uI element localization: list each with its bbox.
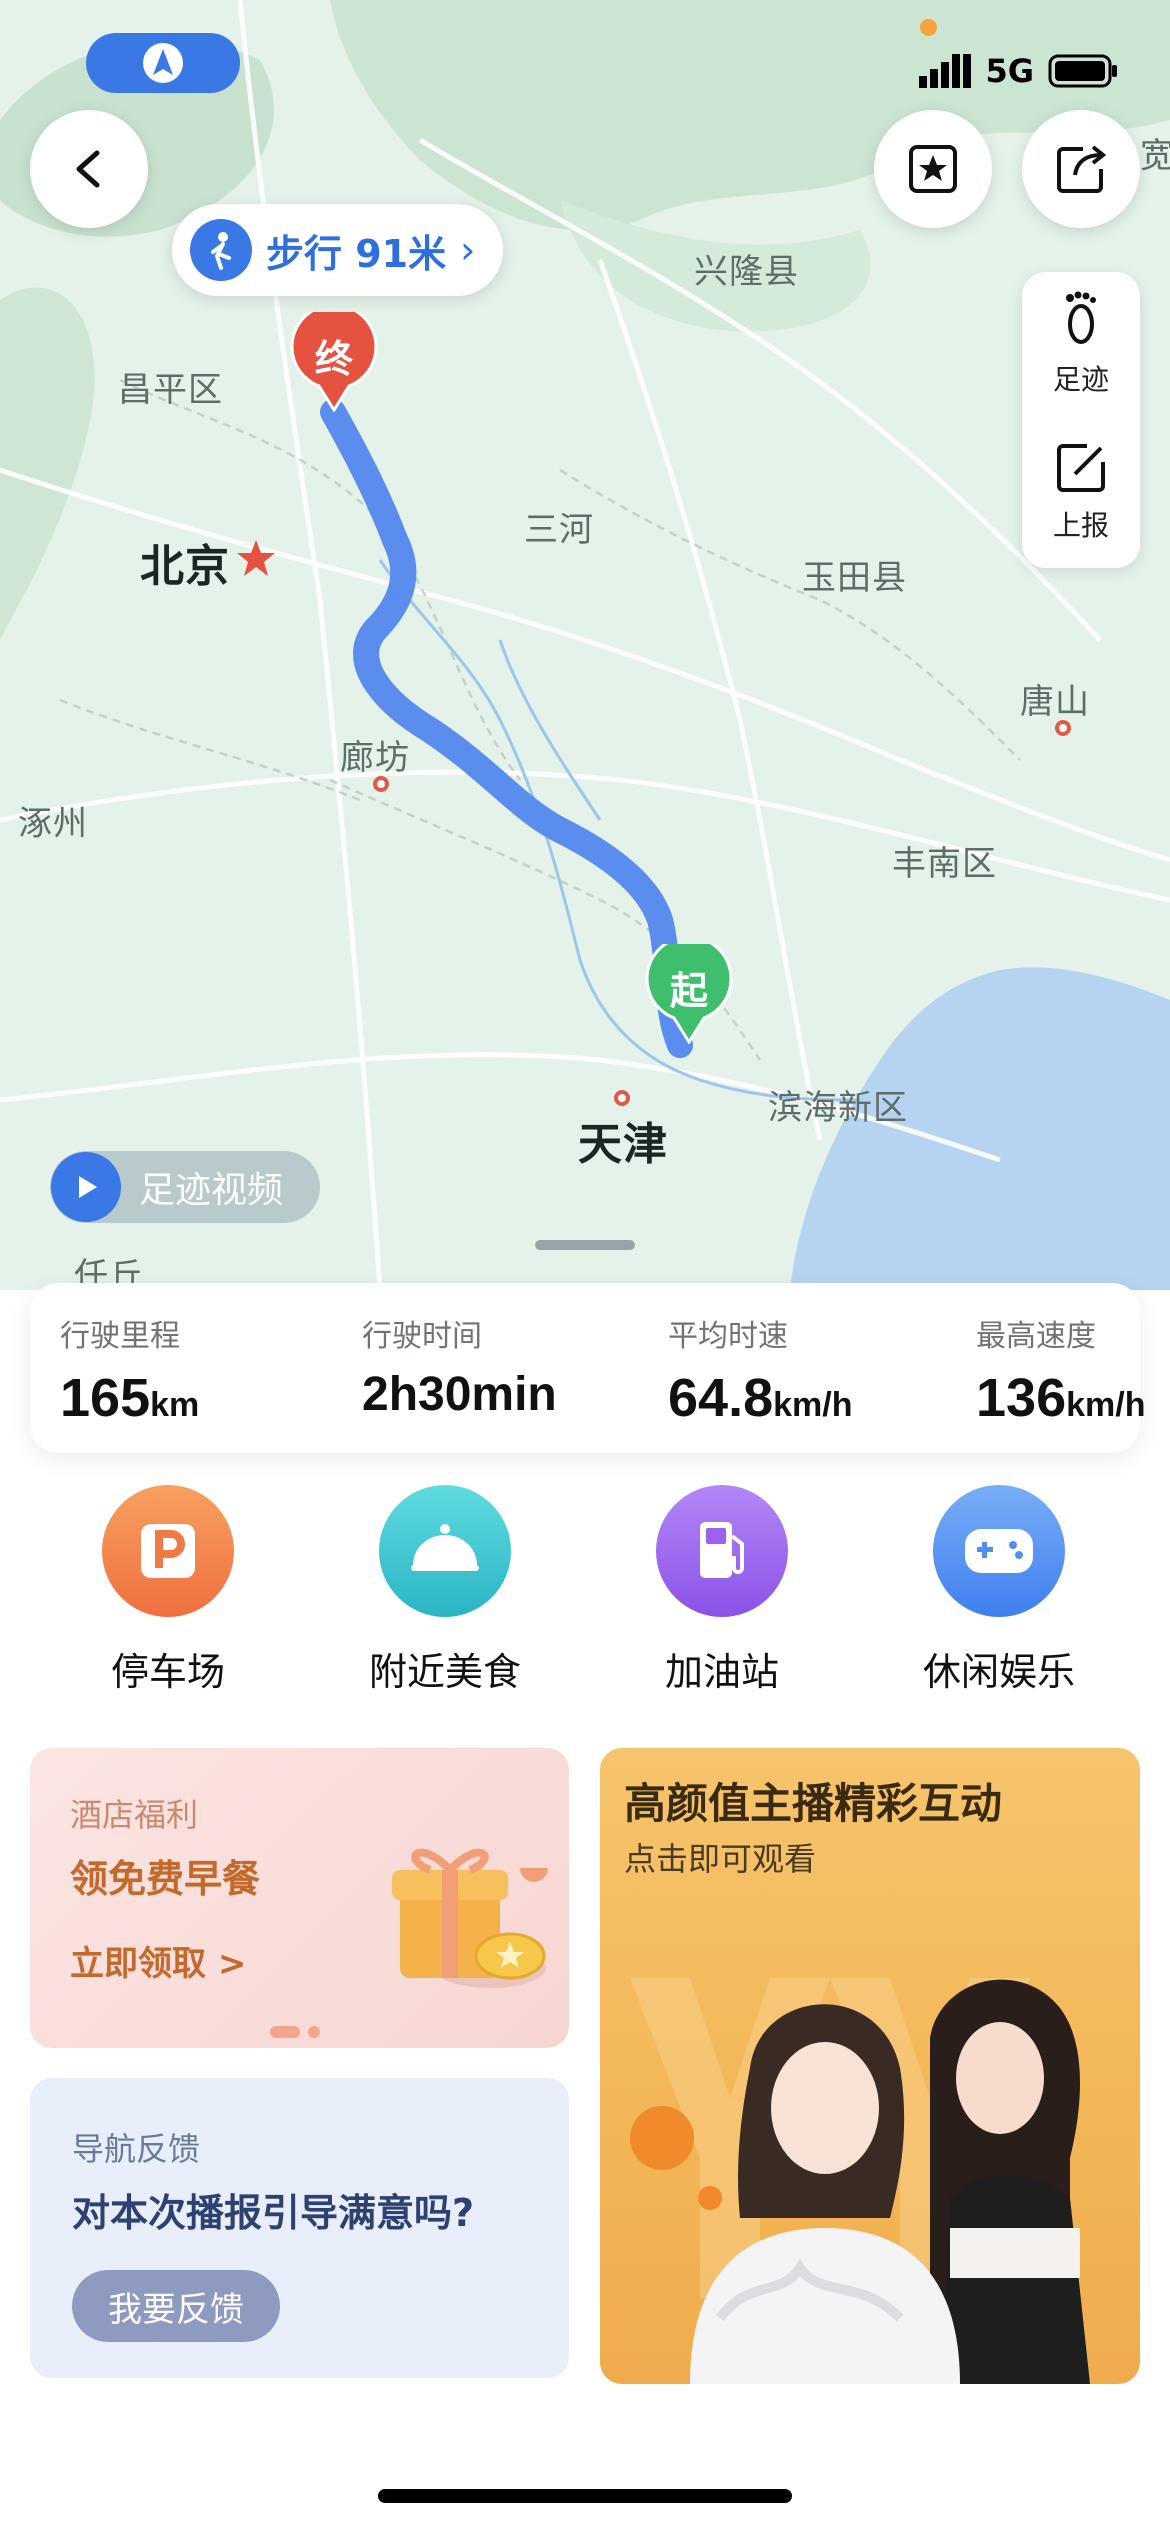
stat-value: 64.8	[668, 1368, 774, 1428]
quick-label: 附近美食	[368, 1650, 521, 1694]
capital-star-icon	[237, 540, 275, 576]
map-label-fengnan: 丰南区	[892, 844, 997, 884]
location-pill[interactable]	[86, 33, 240, 93]
stat-unit: km/h	[1066, 1386, 1146, 1424]
hotel-claim-link[interactable]: 立即领取 >	[70, 1936, 246, 1985]
streamer-illustration	[630, 1978, 1090, 2384]
start-marker-label: 起	[669, 969, 708, 1013]
live-title: 高颜值主播精彩互动	[624, 1779, 1003, 1828]
map-label-tianjin: 天津	[578, 1119, 668, 1170]
food-icon	[379, 1485, 511, 1617]
parking-icon	[102, 1485, 234, 1617]
navigation-feedback-card: 导航反馈 对本次播报引导满意吗? 我要反馈	[30, 2078, 569, 2378]
quick-label: 休闲娱乐	[922, 1650, 1075, 1694]
network-label: 5G	[985, 52, 1034, 90]
end-marker[interactable]: 终	[289, 303, 379, 413]
end-marker-label: 终	[314, 337, 353, 381]
battery-icon	[1048, 54, 1117, 88]
map-label-changping: 昌平区	[118, 370, 223, 410]
stat-label: 最高速度	[976, 1319, 1096, 1354]
footprint-video-label: 足迹视频	[139, 1170, 284, 1211]
quick-entertainment[interactable]: 休闲娱乐	[909, 1485, 1089, 1696]
gamepad-icon	[933, 1485, 1065, 1617]
stat-unit: km	[150, 1386, 200, 1424]
map-label-langfang: 廊坊	[340, 738, 410, 778]
quick-gas[interactable]: 加油站	[632, 1485, 812, 1696]
footprint-label: 足迹	[1052, 363, 1109, 396]
map-label-zhuozhou: 涿州	[18, 804, 88, 844]
city-dot	[1055, 720, 1071, 736]
footprint-icon	[1066, 291, 1096, 344]
map-background	[0, 0, 1170, 1290]
map-label-edge: 宽	[1140, 136, 1170, 176]
bookmark-star-icon	[909, 145, 957, 193]
quick-label: 加油站	[664, 1650, 779, 1694]
carousel-dots	[270, 2026, 320, 2038]
status-bar: 5G	[919, 52, 1118, 90]
footprint-video-button[interactable]: 足迹视频	[50, 1151, 320, 1223]
live-stream-card[interactable]: 高颜值主播精彩互动 点击即可观看	[600, 1748, 1140, 2384]
live-subtitle: 点击即可观看	[624, 1840, 817, 1878]
map-label-yutian: 玉田县	[802, 558, 907, 598]
stat-max-speed: 最高速度 136km/h	[976, 1311, 1145, 1429]
stat-label: 行驶时间	[362, 1319, 482, 1354]
gas-station-icon	[656, 1485, 788, 1617]
city-dot	[614, 1090, 630, 1106]
stat-label: 行驶里程	[60, 1319, 180, 1354]
map-side-panel: 足迹 上报	[1022, 272, 1140, 568]
feedback-button[interactable]: 我要反馈	[72, 2270, 280, 2342]
stat-avg-speed: 平均时速 64.8km/h	[668, 1311, 852, 1429]
navigation-arrow-icon	[143, 43, 183, 83]
share-button[interactable]	[1022, 110, 1140, 228]
privacy-indicator-dot	[920, 19, 937, 36]
back-button[interactable]	[30, 110, 148, 228]
city-dot	[373, 776, 389, 792]
favorite-button[interactable]	[874, 110, 992, 228]
chevron-right-icon: ›	[460, 228, 476, 272]
map-label-sanhe: 三河	[524, 510, 594, 550]
map-label-tangshan: 唐山	[1020, 682, 1090, 722]
report-label: 上报	[1052, 509, 1109, 542]
quick-label: 停车场	[110, 1650, 225, 1694]
stat-label: 平均时速	[668, 1319, 788, 1354]
play-icon	[51, 1152, 121, 1222]
feedback-tag: 导航反馈	[72, 2130, 201, 2168]
stat-unit: km/h	[773, 1386, 853, 1424]
signal-icon	[919, 54, 972, 88]
drag-handle[interactable]	[535, 1240, 635, 1250]
start-marker[interactable]: 起	[644, 935, 734, 1045]
chevron-left-icon	[76, 150, 100, 188]
quick-food[interactable]: 附近美食	[355, 1485, 535, 1696]
walk-distance-chip[interactable]: 步行 91米 ›	[172, 204, 504, 296]
feedback-question: 对本次播报引导满意吗?	[72, 2191, 475, 2235]
hotel-promo-card[interactable]: 酒店福利 领免费早餐 立即领取 >	[30, 1748, 569, 2048]
footprint-button[interactable]: 足迹	[1022, 290, 1140, 398]
map-label-beijing: 北京	[140, 541, 230, 592]
stat-value: 2h30min	[362, 1368, 557, 1421]
gift-box-icon	[392, 1848, 548, 1988]
stat-value: 136	[976, 1368, 1067, 1428]
share-icon	[1057, 145, 1107, 193]
report-button[interactable]: 上报	[1022, 440, 1140, 544]
map-view[interactable]: 昌平区 兴隆县 北京 三河 玉田县 唐山 廊坊 涿州 丰南区 滨海新区 天津 任…	[0, 0, 1170, 1290]
map-label-binhai: 滨海新区	[768, 1088, 908, 1128]
walk-distance-label: 步行 91米	[266, 231, 447, 276]
stat-duration: 行驶时间 2h30min	[362, 1311, 557, 1422]
edit-report-icon	[1057, 444, 1105, 492]
hotel-tag: 酒店福利	[70, 1796, 199, 1834]
trip-stats-card: 行驶里程 165km 行驶时间 2h30min 平均时速 64.8km/h 最高…	[30, 1283, 1145, 1453]
home-indicator	[378, 2489, 792, 2503]
hotel-title: 领免费早餐	[70, 1857, 261, 1901]
walking-icon	[190, 219, 252, 281]
stat-value: 165	[60, 1368, 151, 1428]
map-label-xinglong: 兴隆县	[694, 252, 799, 292]
quick-parking[interactable]: 停车场	[78, 1485, 258, 1696]
stat-distance: 行驶里程 165km	[60, 1311, 199, 1429]
